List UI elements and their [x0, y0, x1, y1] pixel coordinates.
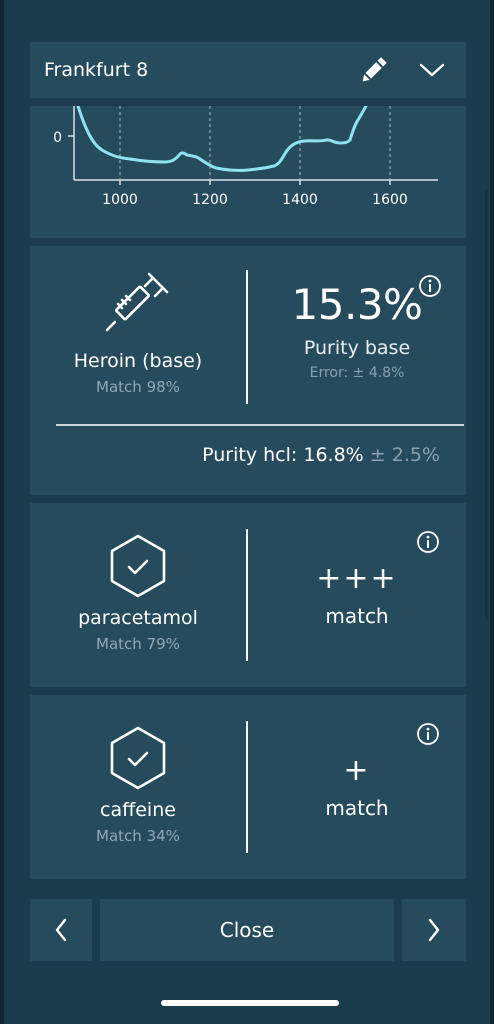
x-tick-label: 1400 [282, 192, 318, 208]
match-level-label: match [325, 604, 389, 628]
primary-substance: Heroin (base) Match 98% [30, 270, 246, 396]
next-button[interactable] [402, 899, 466, 961]
purity-error: Error: ± 4.8% [309, 365, 405, 381]
substance-name: caffeine [100, 799, 176, 821]
substance-level: + match [248, 753, 466, 820]
close-button[interactable]: Close [100, 899, 394, 961]
spectrum-line [76, 104, 368, 172]
spectrum-panel: 0 1000 1200 1400 1600 [30, 104, 466, 238]
primary-match-score: Match 98% [96, 378, 180, 396]
scrollbar[interactable] [485, 190, 488, 620]
pencil-icon[interactable] [354, 50, 394, 90]
substance-match-score: Match 79% [96, 635, 180, 653]
syringe-icon [105, 272, 169, 332]
substance-info: paracetamol Match 79% [30, 533, 246, 653]
substance-info: caffeine Match 34% [30, 725, 246, 845]
match-level-label: match [325, 796, 389, 820]
primary-result-card[interactable]: Heroin (base) Match 98% 15.3% Purity bas… [30, 246, 466, 495]
sample-title: Frankfurt 8 [44, 59, 149, 81]
purity-hcl: Purity hcl: 16.8% ± 2.5% [202, 444, 440, 466]
info-icon[interactable] [416, 530, 440, 554]
purity-hcl-label: Purity hcl: [202, 444, 298, 466]
substance-level: +++ match [248, 561, 466, 628]
substance-card[interactable]: paracetamol Match 79% +++ match [30, 503, 466, 687]
purity-hcl-value: 16.8% [303, 444, 364, 466]
substance-card[interactable]: caffeine Match 34% + match [30, 695, 466, 879]
match-level: +++ [316, 561, 398, 596]
x-tick-label: 1000 [102, 192, 138, 208]
info-icon[interactable] [418, 274, 442, 298]
y-tick-label: 0 [53, 130, 62, 146]
match-level: + [343, 753, 371, 788]
spectrum-chart: 0 1000 1200 1400 1600 [53, 104, 438, 208]
x-tick-label: 1600 [372, 192, 408, 208]
hexagon-check-icon [110, 726, 166, 790]
substance-match-score: Match 34% [96, 827, 180, 845]
close-button-label: Close [219, 918, 275, 942]
chevron-down-icon[interactable] [412, 50, 452, 90]
chevron-left-icon [55, 918, 67, 942]
x-tick-label: 1200 [192, 192, 228, 208]
info-icon[interactable] [416, 722, 440, 746]
substance-name: paracetamol [78, 607, 198, 629]
horizontal-divider [56, 424, 464, 426]
purity-hcl-error: ± 2.5% [369, 444, 440, 466]
primary-substance-name: Heroin (base) [73, 350, 203, 372]
hexagon-check-icon [110, 534, 166, 598]
sample-header[interactable]: Frankfurt 8 [30, 42, 466, 98]
screen: Frankfurt 8 0 1000 1200 1400 1600 Heroin… [0, 0, 494, 1024]
purity-label: Purity base [303, 337, 411, 359]
home-indicator[interactable] [161, 1000, 339, 1006]
chevron-right-icon [428, 918, 440, 942]
previous-button[interactable] [30, 899, 92, 961]
